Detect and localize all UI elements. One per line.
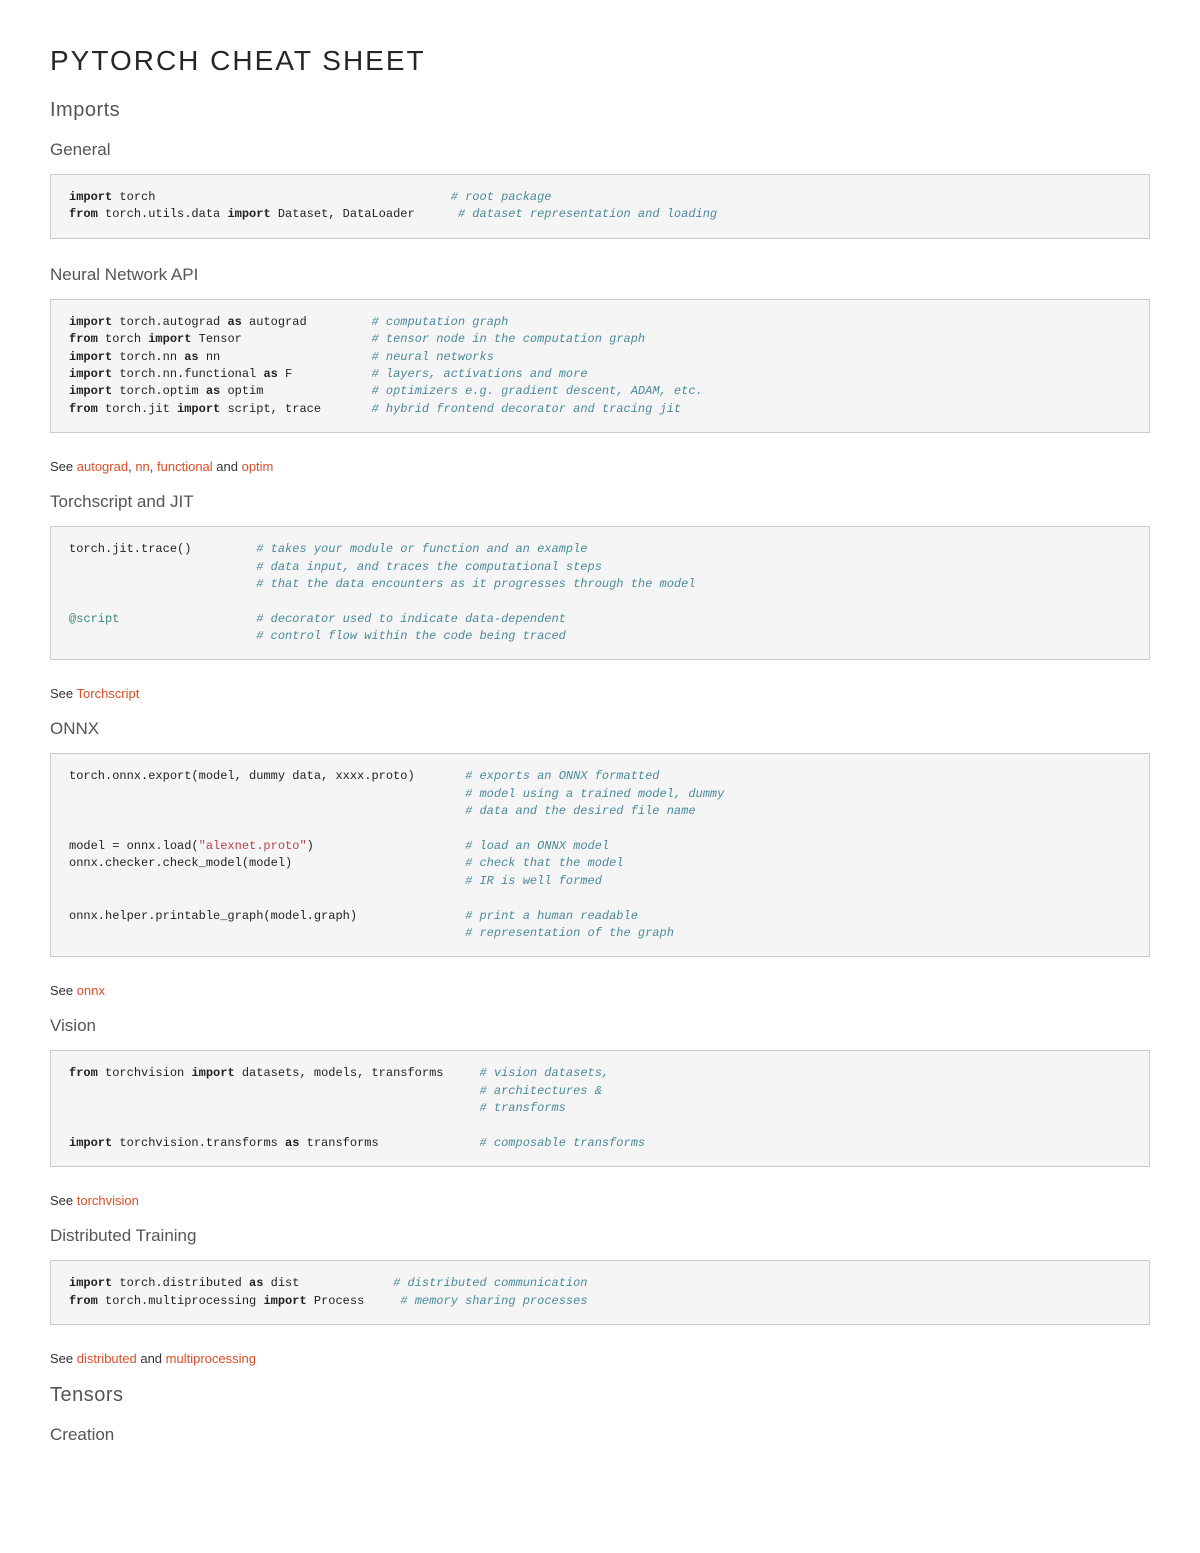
subsection-creation: Creation — [50, 1425, 1150, 1445]
code-tsjit: torch.jit.trace() # takes your module or… — [50, 526, 1150, 660]
see-vision: See torchvision — [50, 1193, 1150, 1208]
subsection-onnx: ONNX — [50, 719, 1150, 739]
section-imports: Imports — [50, 99, 1150, 122]
code-dist: import torch.distributed as dist # distr… — [50, 1260, 1150, 1325]
subsection-vision: Vision — [50, 1016, 1150, 1036]
link-functional[interactable]: functional — [157, 459, 213, 474]
link-torchvision[interactable]: torchvision — [77, 1193, 139, 1208]
subsection-general: General — [50, 140, 1150, 160]
section-tensors: Tensors — [50, 1384, 1150, 1407]
link-torchscript[interactable]: Torchscript — [77, 686, 140, 701]
subsection-dist: Distributed Training — [50, 1226, 1150, 1246]
subsection-nnapi: Neural Network API — [50, 265, 1150, 285]
link-distributed[interactable]: distributed — [77, 1351, 137, 1366]
code-general: import torch # root package from torch.u… — [50, 174, 1150, 239]
link-onnx[interactable]: onnx — [77, 983, 105, 998]
link-optim[interactable]: optim — [242, 459, 274, 474]
see-dist: See distributed and multiprocessing — [50, 1351, 1150, 1366]
page-title: PYTORCH CHEAT SHEET — [50, 45, 1150, 77]
link-autograd[interactable]: autograd — [77, 459, 128, 474]
code-onnx: torch.onnx.export(model, dummy data, xxx… — [50, 753, 1150, 957]
code-vision: from torchvision import datasets, models… — [50, 1050, 1150, 1167]
see-tsjit: See Torchscript — [50, 686, 1150, 701]
subsection-tsjit: Torchscript and JIT — [50, 492, 1150, 512]
see-onnx: See onnx — [50, 983, 1150, 998]
link-multiprocessing[interactable]: multiprocessing — [166, 1351, 256, 1366]
see-nnapi: See autograd, nn, functional and optim — [50, 459, 1150, 474]
code-nnapi: import torch.autograd as autograd # comp… — [50, 299, 1150, 433]
link-nn[interactable]: nn — [135, 459, 149, 474]
